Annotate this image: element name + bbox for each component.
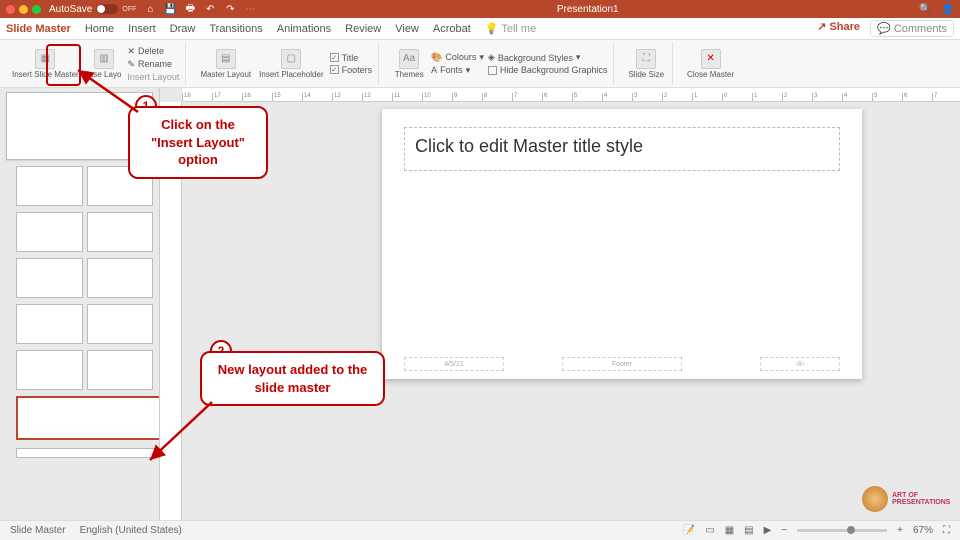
document-title: Presentation1 <box>256 4 919 15</box>
ribbon: ▦Insert Slide Master ▥Inse Layo ✕Delete … <box>0 40 960 88</box>
tab-tell-me[interactable]: 💡 Tell me <box>485 22 536 35</box>
hide-background-checkbox[interactable]: Hide Background Graphics <box>488 65 608 75</box>
footers-checkbox[interactable]: ✓Footers <box>330 65 373 75</box>
autosave-state: OFF <box>122 6 136 13</box>
tab-home[interactable]: Home <box>85 23 114 35</box>
annotation-callout-1: Click on the "Insert Layout" option <box>128 106 268 179</box>
notes-button[interactable]: 📝 <box>683 525 695 536</box>
tab-view[interactable]: View <box>395 23 419 35</box>
minimize-window-icon[interactable] <box>19 5 28 14</box>
slideshow-view-icon[interactable]: ▶ <box>764 525 772 536</box>
zoom-slider[interactable] <box>797 529 887 532</box>
background-styles-dropdown[interactable]: ◈ Background Styles ▾ <box>488 52 608 63</box>
insert-layout-label: Insert Layout <box>127 72 179 82</box>
reading-view-icon[interactable]: ▤ <box>744 525 753 536</box>
date-placeholder[interactable]: 4/5/21 <box>404 357 504 371</box>
quick-access-toolbar: ⌂ 💾 🖶 ↶ ↷ ⋯ <box>144 3 256 15</box>
rename-button[interactable]: ✎Rename <box>127 59 179 70</box>
placeholder-icon: ▢ <box>281 49 301 69</box>
autosave-switch-icon[interactable] <box>96 4 118 14</box>
layout-thumbnail[interactable] <box>16 350 83 390</box>
account-icon[interactable]: 👤 <box>942 4 954 15</box>
logo-text: ART OF PRESENTATIONS <box>892 492 950 506</box>
delete-button[interactable]: ✕Delete <box>127 46 179 57</box>
close-window-icon[interactable] <box>6 5 15 14</box>
share-button[interactable]: ↗ Share <box>817 20 860 37</box>
fit-to-window-icon[interactable]: ⛶ <box>943 525 950 536</box>
zoom-in-button[interactable]: + <box>897 525 903 536</box>
tab-review[interactable]: Review <box>345 23 381 35</box>
close-icon: ✕ <box>701 49 721 69</box>
watermark-logo: ART OF PRESENTATIONS <box>862 484 952 514</box>
tab-slide-master[interactable]: Slide Master <box>6 23 71 35</box>
highlight-insert-layout <box>46 44 81 86</box>
tab-draw[interactable]: Draw <box>170 23 196 35</box>
themes-icon: Aa <box>399 49 419 69</box>
fonts-dropdown[interactable]: AFonts ▾ <box>431 65 484 76</box>
layout-thumbnail[interactable] <box>87 258 154 298</box>
slide-size-icon: ⛶ <box>636 49 656 69</box>
autosave-toggle[interactable]: AutoSave OFF <box>49 4 136 15</box>
checkbox-icon: ✓ <box>330 53 339 62</box>
tab-acrobat[interactable]: Acrobat <box>433 23 471 35</box>
fonts-icon: A <box>431 65 437 75</box>
layout-thumbnail[interactable] <box>16 166 83 206</box>
undo-icon[interactable]: ↶ <box>204 3 216 15</box>
logo-icon <box>862 486 888 512</box>
layout-thumbnail[interactable] <box>87 304 154 344</box>
redo-icon[interactable]: ↷ <box>224 3 236 15</box>
layout-thumbnail[interactable] <box>16 258 83 298</box>
colours-icon: 🎨 <box>431 52 442 63</box>
title-checkbox[interactable]: ✓Title <box>330 53 373 63</box>
layout-thumbnail[interactable] <box>87 212 154 252</box>
editing-canvas: 1817161514131211109876543210123456789101… <box>160 88 960 520</box>
layout-thumbnail[interactable] <box>16 448 160 458</box>
maximize-window-icon[interactable] <box>32 5 41 14</box>
insert-placeholder-button[interactable]: ▢Insert Placeholder <box>257 42 325 85</box>
layout-thumbnail-selected[interactable] <box>16 396 160 440</box>
themes-button[interactable]: AaThemes <box>391 42 427 85</box>
zoom-percent[interactable]: 67% <box>913 525 933 536</box>
ribbon-tabs: Slide Master Home Insert Draw Transition… <box>0 18 960 40</box>
more-icon[interactable]: ⋯ <box>244 3 256 15</box>
annotation-callout-2: New layout added to the slide master <box>200 351 385 406</box>
close-master-button[interactable]: ✕Close Master <box>685 42 736 85</box>
save-icon[interactable]: 💾 <box>164 3 176 15</box>
layout-thumbnail[interactable] <box>16 212 83 252</box>
checkbox-icon: ✓ <box>330 65 339 74</box>
slide-size-button[interactable]: ⛶Slide Size <box>626 42 666 85</box>
search-icon[interactable]: 🔍 <box>919 4 931 15</box>
tab-transitions[interactable]: Transitions <box>209 23 262 35</box>
horizontal-ruler: 1817161514131211109876543210123456789101… <box>182 88 960 102</box>
footer-placeholder[interactable]: Footer <box>562 357 682 371</box>
delete-icon: ✕ <box>127 46 135 57</box>
print-icon[interactable]: 🖶 <box>184 3 196 15</box>
slide-number-placeholder[interactable]: ‹#› <box>760 357 840 371</box>
home-icon[interactable]: ⌂ <box>144 3 156 15</box>
title-placeholder[interactable]: Click to edit Master title style <box>404 127 840 171</box>
colours-dropdown[interactable]: 🎨Colours ▾ <box>431 52 484 63</box>
master-layout-button[interactable]: ▤Master Layout <box>198 42 253 85</box>
autosave-label: AutoSave <box>49 4 92 15</box>
comments-button[interactable]: 💬 Comments <box>870 20 954 37</box>
zoom-out-button[interactable]: − <box>781 525 787 536</box>
tab-insert[interactable]: Insert <box>128 23 156 35</box>
slide-layout[interactable]: Click to edit Master title style 4/5/21 … <box>382 109 862 379</box>
sorter-view-icon[interactable]: ▦ <box>725 525 734 536</box>
checkbox-icon <box>488 66 497 75</box>
status-language[interactable]: English (United States) <box>80 525 182 536</box>
tab-animations[interactable]: Animations <box>277 23 331 35</box>
window-controls[interactable] <box>6 5 41 14</box>
layout-thumbnail[interactable] <box>16 304 83 344</box>
layout-thumbnail[interactable] <box>87 350 154 390</box>
normal-view-icon[interactable]: ▭ <box>705 525 714 536</box>
status-bar: Slide Master English (United States) 📝 ▭… <box>0 520 960 540</box>
status-mode: Slide Master <box>10 525 66 536</box>
titlebar: AutoSave OFF ⌂ 💾 🖶 ↶ ↷ ⋯ Presentation1 🔍… <box>0 0 960 18</box>
master-layout-icon: ▤ <box>216 49 236 69</box>
rename-icon: ✎ <box>127 59 135 70</box>
layout-icon: ▥ <box>94 49 114 69</box>
insert-layout-button[interactable]: ▥Inse Layo <box>85 42 124 85</box>
